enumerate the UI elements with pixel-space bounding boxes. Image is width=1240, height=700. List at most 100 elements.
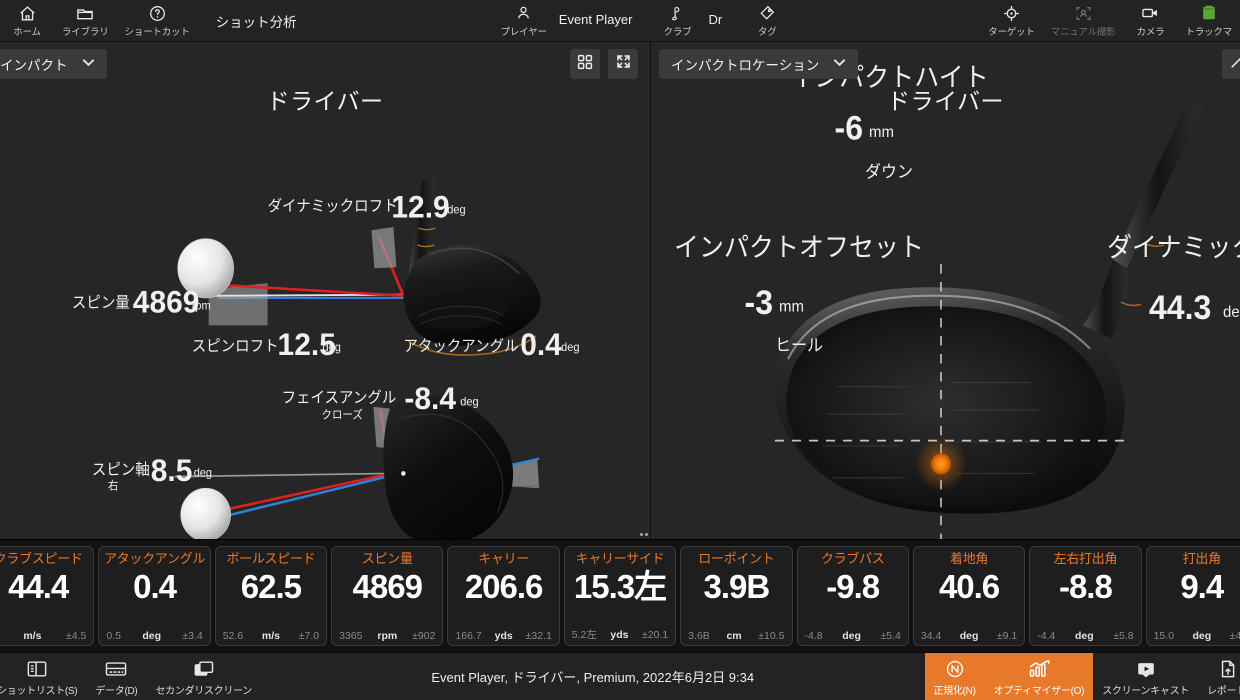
annotation-spin-loft-unit: deg	[323, 342, 341, 354]
impact-location-view-selector[interactable]: インパクトロケーション	[659, 49, 859, 79]
trackman-icon	[1198, 3, 1220, 23]
metric-footer: 52.6 m/s ±7.0	[218, 630, 324, 642]
player-selector-label: プレイヤー	[500, 27, 547, 38]
normalize-icon	[945, 658, 965, 680]
metric-card-club-path[interactable]: クラブパス -9.8 -4.8 deg ±5.4	[796, 546, 909, 646]
annotation-spin-axis-name: スピン軸	[92, 461, 150, 478]
annotation-dynamic-loft-unit: deg	[447, 204, 465, 216]
metric-value: 44.4	[8, 568, 69, 605]
metric-value: 206.6	[464, 568, 544, 605]
nav-home-label: ホーム	[13, 27, 41, 38]
annotation-spin-axis: スピン軸 右 8.5 deg	[92, 452, 212, 492]
metric-unit: deg	[842, 630, 861, 642]
metric-card-ball-speed[interactable]: ボールスピード 62.5 52.6 m/s ±7.0	[214, 546, 328, 646]
optimizer-button[interactable]: オプティマイザー(O)	[985, 653, 1094, 700]
manual-capture-button[interactable]: マニュアル撮影	[1043, 0, 1124, 41]
question-circle-icon	[148, 3, 167, 23]
club-selector[interactable]: クラブ	[650, 0, 704, 41]
shot-list-button[interactable]: ショットリスト(S)	[0, 653, 86, 700]
edit-button[interactable]	[1222, 49, 1240, 79]
grid-view-button[interactable]	[570, 49, 600, 79]
drag-handle-dots-icon	[639, 532, 650, 536]
report-button[interactable]: レポート(	[1198, 653, 1240, 700]
metric-tolerance: ±3.4	[182, 630, 203, 642]
metric-card-launch-angle[interactable]: 打出角 9.4 15.0 deg ±4.6	[1145, 546, 1240, 646]
chevron-down-icon	[833, 58, 846, 70]
bottom-toolbar-accent-group: 正規化(N) オプティマイザー(O)	[924, 653, 1094, 700]
annotation-dynamic-loft-name: ダイナミックロフト	[268, 198, 398, 215]
impact-location-svg: インパクトハイト -6 mm ダウン インパクトオフセット -3 mm ヒール …	[674, 64, 1240, 539]
top-toolbar-right-group: ターゲット マニュアル撮影 カメラ トラックマ	[980, 0, 1240, 41]
data-button[interactable]: データ(D)	[86, 653, 146, 700]
page-title: ショット分析	[215, 14, 297, 30]
nav-home[interactable]: ホーム	[0, 0, 54, 41]
annotation-attack-angle-name: アタックアングル	[403, 337, 518, 354]
metric-value: 9.4	[1180, 568, 1224, 605]
main-content: インパクト ドライバー ダイナミックロフト 12.9 deg スピン量 4869…	[0, 42, 1240, 539]
nav-shortcuts[interactable]: ショートカット	[117, 0, 198, 41]
metric-value: -8.8	[1058, 568, 1113, 605]
panel-splitter-handle[interactable]	[629, 528, 650, 539]
annotation-spin-rate-value: 4869	[133, 284, 200, 320]
club-selector-label: クラブ	[663, 27, 692, 38]
screencast-button[interactable]: スクリーンキャスト	[1093, 653, 1198, 700]
normalize-button[interactable]: 正規化(N)	[925, 653, 985, 700]
tag-selector[interactable]: タグ	[740, 0, 794, 41]
metric-unit: yds	[610, 629, 629, 641]
impact-location-stage: インパクトハイト -6 mm ダウン インパクトオフセット -3 mm ヒール …	[651, 42, 1240, 539]
home-icon	[18, 3, 37, 23]
trackman-button-label: トラックマ	[1185, 27, 1232, 38]
annotation-dynamic-lie-unit: deg	[1223, 304, 1240, 321]
top-toolbar: ホーム ライブラリ ショートカット ショット分析 プレイヤー Event Pla…	[0, 0, 1240, 42]
trackman-shot-analysis-app: ホーム ライブラリ ショートカット ショット分析 プレイヤー Event Pla…	[0, 0, 1240, 700]
data-button-label: データ(D)	[95, 686, 138, 697]
metric-card-low-point[interactable]: ローポイント 3.9B 3.6B cm ±10.5	[680, 546, 793, 646]
metric-tolerance: ±902	[412, 630, 436, 642]
camera-button[interactable]: カメラ	[1123, 0, 1177, 41]
pencil-icon	[1229, 54, 1240, 75]
expand-icon	[615, 53, 632, 75]
metric-title: 左右打出角	[1053, 551, 1118, 566]
trackman-button[interactable]: トラックマ	[1177, 0, 1240, 41]
optimizer-button-label: オプティマイザー(O)	[993, 686, 1085, 697]
person-icon	[515, 3, 532, 23]
metric-card-landing-angle[interactable]: 着地角 40.6 34.4 deg ±9.1	[912, 546, 1026, 646]
metric-card-carry-side[interactable]: キャリーサイド 15.3左 5.2左 yds ±20.1	[563, 546, 677, 646]
metric-unit: deg	[142, 630, 161, 642]
metric-value: 15.3左	[573, 568, 667, 605]
target-button[interactable]: ターゲット	[980, 0, 1043, 41]
bottom-toolbar-right-group: スクリーンキャスト レポート(	[1093, 653, 1240, 700]
normalize-button-label: 正規化(N)	[933, 686, 976, 697]
expand-button[interactable]	[608, 49, 638, 79]
grid-view-icon	[577, 54, 593, 75]
secondary-screen-button-label: セカンダリスクリーン	[155, 686, 252, 697]
metric-card-attack-angle[interactable]: アタックアングル 0.4 0.5 deg ±3.4	[98, 546, 211, 646]
metric-footer: 0.5 deg ±3.4	[101, 630, 207, 642]
metric-card-carry[interactable]: キャリー 206.6 166.7 yds ±32.1	[447, 546, 560, 646]
metric-card-spin-rate[interactable]: スピン量 4869 3365 rpm ±902	[331, 546, 444, 646]
metric-tolerance: ±4.6	[1229, 630, 1240, 642]
metric-unit: deg	[1074, 630, 1094, 642]
secondary-screen-button[interactable]: セカンダリスクリーン	[146, 653, 261, 700]
metric-unit: m/s	[23, 630, 42, 642]
top-toolbar-center-group: プレイヤー Event Player クラブ Dr タグ	[493, 0, 795, 41]
nav-library[interactable]: ライブラリ	[54, 0, 117, 41]
impact-view-selector[interactable]: インパクト	[0, 49, 107, 79]
metric-unit: deg	[959, 630, 979, 642]
top-toolbar-spacer-right	[794, 0, 980, 41]
impact-location-panel-title: ドライバー	[886, 88, 1005, 114]
player-name: Event Player	[558, 12, 633, 27]
impact-dot	[931, 453, 951, 475]
metric-card-club-speed[interactable]: クラブスピード 44.4 .2 m/s ±4.5	[0, 546, 95, 646]
metric-value: -9.8	[826, 568, 880, 605]
tag-selector-label: タグ	[757, 27, 777, 38]
metric-title: ローポイント	[698, 551, 775, 566]
player-selector[interactable]: プレイヤー	[493, 0, 555, 41]
metric-card-launch-direction[interactable]: 左右打出角 -8.8 -4.4 deg ±5.8	[1029, 546, 1142, 646]
metric-title: 着地角	[950, 551, 989, 566]
annotation-spin-axis-value: 8.5	[151, 452, 193, 488]
annotation-face-angle-name: フェイスアングル	[282, 389, 397, 406]
shot-list-icon	[26, 658, 48, 680]
metric-previous: 15.0	[1153, 630, 1175, 642]
impact-view-selector-label: インパクト	[0, 58, 68, 73]
